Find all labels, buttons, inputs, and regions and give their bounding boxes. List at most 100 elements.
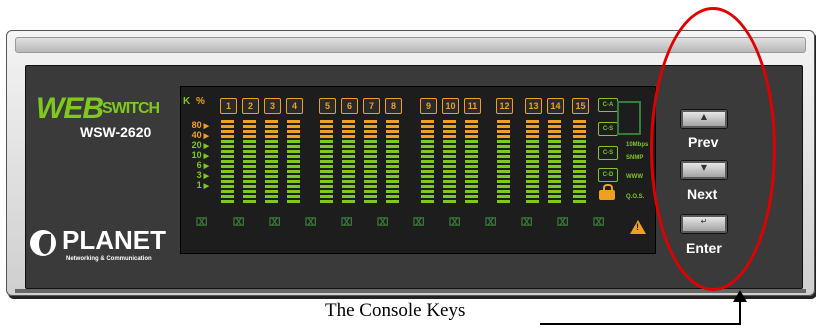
scale-value: 10 <box>191 150 202 160</box>
traffic-bar-segment <box>386 130 399 133</box>
traffic-bar-segment <box>497 190 510 193</box>
traffic-bar-segment <box>364 150 377 153</box>
traffic-bar-segment <box>265 145 278 148</box>
traffic-bar-segment <box>342 145 355 148</box>
traffic-bar-segment <box>364 120 377 123</box>
traffic-bar-segment <box>465 145 478 148</box>
traffic-bar-segment <box>221 145 234 148</box>
traffic-bar-segment <box>221 135 234 138</box>
port-indicator: 5 <box>319 98 336 114</box>
segment-character: ⌧ <box>484 210 498 235</box>
traffic-bar-segment <box>221 140 234 143</box>
traffic-bar-segment <box>342 185 355 188</box>
traffic-bar-segment <box>364 155 377 158</box>
traffic-bar-segment <box>465 150 478 153</box>
port-indicator: 2 <box>242 98 259 114</box>
traffic-bar-segment <box>265 155 278 158</box>
traffic-bar-segment <box>287 130 300 133</box>
traffic-bar-segment <box>243 120 256 123</box>
traffic-bar-segment <box>573 120 586 123</box>
unit-percent-label: % <box>196 96 205 107</box>
traffic-bar-segment <box>421 195 434 198</box>
traffic-bar-segment <box>497 155 510 158</box>
traffic-bar-segment <box>287 120 300 123</box>
arrow-up-icon <box>733 290 747 302</box>
segment-character: ⌧ <box>195 210 209 235</box>
traffic-bar-segment <box>287 190 300 193</box>
traffic-bar-segment <box>526 135 539 138</box>
traffic-bar-segment <box>342 180 355 183</box>
traffic-bar-segment <box>548 125 561 128</box>
traffic-bar-segment <box>548 190 561 193</box>
mode-label: SNMP <box>626 155 644 161</box>
traffic-bar-segment <box>265 170 278 173</box>
traffic-bar-segment <box>548 180 561 183</box>
traffic-bar-segment <box>443 135 456 138</box>
traffic-bar-segment <box>386 160 399 163</box>
segment-character: ⌧ <box>376 210 390 235</box>
traffic-bar-segment <box>573 125 586 128</box>
traffic-bar-segment <box>287 155 300 158</box>
mode-label: 10Mbps <box>626 142 649 148</box>
traffic-bar-segment <box>342 170 355 173</box>
traffic-bar-segment <box>443 165 456 168</box>
traffic-bar-segment <box>364 145 377 148</box>
traffic-bar-segment <box>573 160 586 163</box>
traffic-bar-segment <box>548 200 561 203</box>
traffic-bar-segment <box>364 180 377 183</box>
traffic-bar-segment <box>287 200 300 203</box>
scale-arrow-icon: ▶ <box>201 183 209 190</box>
traffic-bar-segment <box>221 160 234 163</box>
traffic-bar-segment <box>243 170 256 173</box>
traffic-bar-segment <box>443 200 456 203</box>
traffic-bar-segment <box>221 150 234 153</box>
switch-logo: SWITCH <box>102 100 160 117</box>
port-digit-frame <box>617 101 641 135</box>
traffic-bar-segment <box>287 135 300 138</box>
segment-character: ⌧ <box>448 210 462 235</box>
traffic-bar-segment <box>287 185 300 188</box>
traffic-bar-segment <box>320 185 333 188</box>
traffic-bar-segment <box>421 155 434 158</box>
traffic-bar-segment <box>421 200 434 203</box>
traffic-bar-segment <box>443 185 456 188</box>
traffic-bar-segment <box>465 165 478 168</box>
traffic-bar-segment <box>320 175 333 178</box>
port-indicator: 9 <box>420 98 437 114</box>
traffic-bar-segment <box>497 145 510 148</box>
traffic-bar-segment <box>221 155 234 158</box>
warning-icon <box>630 220 646 234</box>
traffic-bar-segment <box>548 140 561 143</box>
traffic-bar-segment <box>573 140 586 143</box>
traffic-bar-segment <box>497 165 510 168</box>
traffic-bar-segment <box>573 195 586 198</box>
traffic-bar-segment <box>548 120 561 123</box>
traffic-bar-segment <box>573 190 586 193</box>
planet-logo-icon <box>30 230 56 256</box>
traffic-bar-segment <box>221 195 234 198</box>
traffic-bar-segment <box>465 200 478 203</box>
traffic-bar-segment <box>243 155 256 158</box>
traffic-bar-segment <box>364 125 377 128</box>
segment-character: ⌧ <box>412 210 426 235</box>
traffic-bar-segment <box>443 160 456 163</box>
scale-mark: 10 ▶ <box>189 150 209 160</box>
traffic-bar-segment <box>221 200 234 203</box>
traffic-bar-segment <box>573 145 586 148</box>
traffic-bar-segment <box>243 180 256 183</box>
traffic-bar-segment <box>573 200 586 203</box>
traffic-bar-segment <box>243 135 256 138</box>
traffic-bar-segment <box>320 180 333 183</box>
traffic-bar-segment <box>497 185 510 188</box>
traffic-bar-segment <box>265 175 278 178</box>
scale-mark: 20 ▶ <box>189 140 209 150</box>
port-indicator: 1 <box>220 98 237 114</box>
traffic-bar-segment <box>265 140 278 143</box>
traffic-bar-segment <box>497 130 510 133</box>
traffic-bar-segment <box>386 180 399 183</box>
traffic-bar-segment <box>548 175 561 178</box>
traffic-bar-segment <box>320 165 333 168</box>
traffic-bar-segment <box>443 195 456 198</box>
traffic-bar-segment <box>443 175 456 178</box>
scale-value: 80 <box>191 120 202 130</box>
